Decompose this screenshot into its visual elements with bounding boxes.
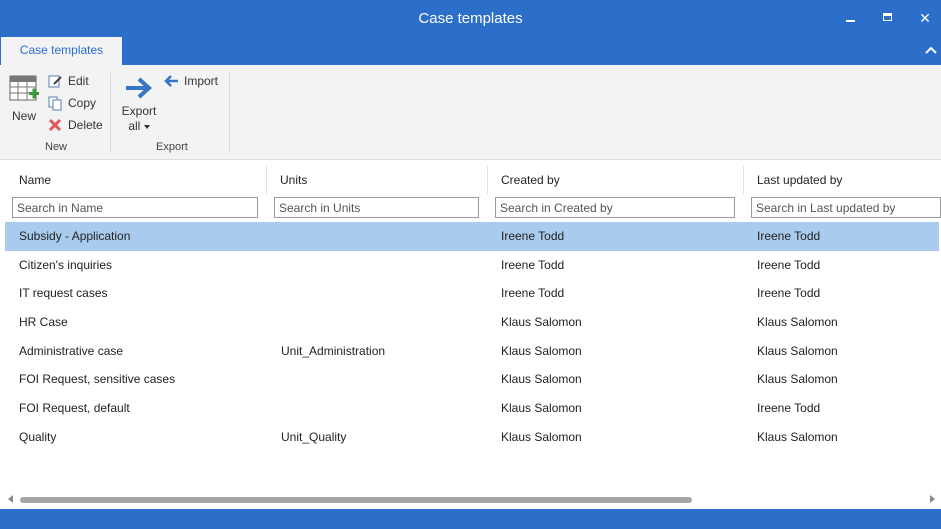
ribbon-tab-strip: Case templates (0, 37, 941, 65)
column-header-units[interactable]: Units (280, 166, 307, 194)
collapse-ribbon-button[interactable] (924, 43, 938, 57)
close-button[interactable]: ✕ (914, 8, 936, 28)
table-row[interactable]: Administrative case Unit_Administration … (5, 337, 939, 366)
import-button[interactable]: Import (163, 71, 218, 91)
cell-last-updated-by: Klaus Salomon (757, 372, 838, 386)
import-arrow-icon (163, 73, 179, 89)
export-arrow-icon (126, 77, 152, 99)
cell-last-updated-by: Klaus Salomon (757, 344, 838, 358)
table-row[interactable]: FOI Request, default Klaus Salomon Ireen… (5, 394, 939, 423)
cell-created-by: Ireene Todd (501, 229, 565, 243)
scroll-right-icon[interactable] (930, 495, 935, 503)
cell-name: Citizen's inquiries (19, 258, 112, 272)
new-button[interactable]: New (8, 74, 40, 123)
templates-grid: Name Units Created by Last updated by Su… (0, 161, 941, 491)
cell-last-updated-by: Ireene Todd (757, 258, 821, 272)
ribbon-separator (229, 73, 230, 153)
cell-created-by: Ireene Todd (501, 258, 565, 272)
cell-units: Unit_Administration (281, 344, 386, 358)
table-row[interactable]: FOI Request, sensitive cases Klaus Salom… (5, 365, 939, 394)
export-all-button[interactable]: Export all (118, 75, 160, 134)
table-row[interactable]: Citizen's inquiries Ireene Todd Ireene T… (5, 251, 939, 280)
import-label: Import (184, 74, 219, 88)
maximize-button[interactable] (877, 8, 899, 28)
title-bar: Case templates ✕ (0, 0, 941, 37)
export-label-line2-wrap: all (118, 119, 160, 134)
table-row[interactable]: Subsidy - Application Ireene Todd Ireene… (5, 222, 939, 251)
column-header-name[interactable]: Name (19, 166, 51, 194)
minimize-icon (846, 20, 855, 22)
horizontal-scrollbar[interactable] (0, 491, 941, 509)
cell-name: FOI Request, default (19, 401, 130, 415)
edit-button[interactable]: Edit (47, 71, 89, 91)
export-label-line2: all (128, 119, 141, 133)
scroll-left-icon[interactable] (8, 495, 13, 503)
cell-last-updated-by: Ireene Todd (757, 229, 821, 243)
cell-created-by: Klaus Salomon (501, 372, 582, 386)
column-divider[interactable] (266, 166, 267, 194)
search-last-updated-by-input[interactable] (751, 197, 941, 218)
window-title: Case templates (418, 10, 523, 27)
cell-name: HR Case (19, 315, 68, 329)
cell-created-by: Ireene Todd (501, 286, 565, 300)
maximize-icon (883, 13, 892, 21)
column-divider[interactable] (487, 166, 488, 194)
export-label-line1: Export (121, 104, 157, 118)
tab-case-templates[interactable]: Case templates (1, 37, 122, 65)
table-row[interactable]: HR Case Klaus Salomon Klaus Salomon (5, 308, 939, 337)
new-label: New (11, 109, 36, 123)
ribbon-separator (110, 73, 111, 153)
copy-button[interactable]: Copy (47, 93, 96, 113)
cell-name: FOI Request, sensitive cases (19, 372, 176, 386)
cell-name: Subsidy - Application (19, 229, 131, 243)
cell-created-by: Klaus Salomon (501, 401, 582, 415)
dropdown-arrow-icon (143, 124, 150, 129)
search-units-input[interactable] (274, 197, 479, 218)
search-created-by-input[interactable] (495, 197, 735, 218)
table-row[interactable]: Quality Unit_Quality Klaus Salomon Klaus… (5, 423, 939, 452)
new-table-icon (9, 75, 39, 101)
cell-last-updated-by: Ireene Todd (757, 401, 821, 415)
cell-name: IT request cases (19, 286, 108, 300)
table-row[interactable]: IT request cases Ireene Todd Ireene Todd (5, 279, 939, 308)
cell-created-by: Klaus Salomon (501, 430, 582, 444)
column-divider[interactable] (743, 166, 744, 194)
delete-icon (47, 117, 63, 133)
cell-created-by: Klaus Salomon (501, 315, 582, 329)
group-label-export: Export (156, 141, 188, 153)
close-icon: ✕ (919, 10, 931, 26)
chevron-up-icon (925, 46, 937, 54)
column-header-last-updated-by[interactable]: Last updated by (757, 166, 842, 194)
copy-icon (47, 95, 63, 111)
status-bar (0, 509, 941, 529)
cell-name: Administrative case (19, 344, 124, 358)
cell-name: Quality (19, 430, 57, 444)
cell-units: Unit_Quality (281, 430, 347, 444)
edit-icon (47, 73, 63, 89)
search-name-input[interactable] (12, 197, 258, 218)
delete-label: Delete (68, 118, 103, 132)
ribbon: New Edit Copy Delete New Export all Impo… (0, 65, 941, 160)
group-label-new: New (45, 141, 68, 153)
scrollbar-thumb[interactable] (20, 497, 692, 503)
cell-last-updated-by: Ireene Todd (757, 286, 821, 300)
cell-last-updated-by: Klaus Salomon (757, 315, 838, 329)
copy-label: Copy (68, 96, 97, 110)
cell-created-by: Klaus Salomon (501, 344, 582, 358)
column-header-created-by[interactable]: Created by (501, 166, 560, 194)
minimize-button[interactable] (840, 8, 862, 28)
delete-button[interactable]: Delete (47, 115, 103, 135)
edit-label: Edit (68, 74, 89, 88)
cell-last-updated-by: Klaus Salomon (757, 430, 838, 444)
